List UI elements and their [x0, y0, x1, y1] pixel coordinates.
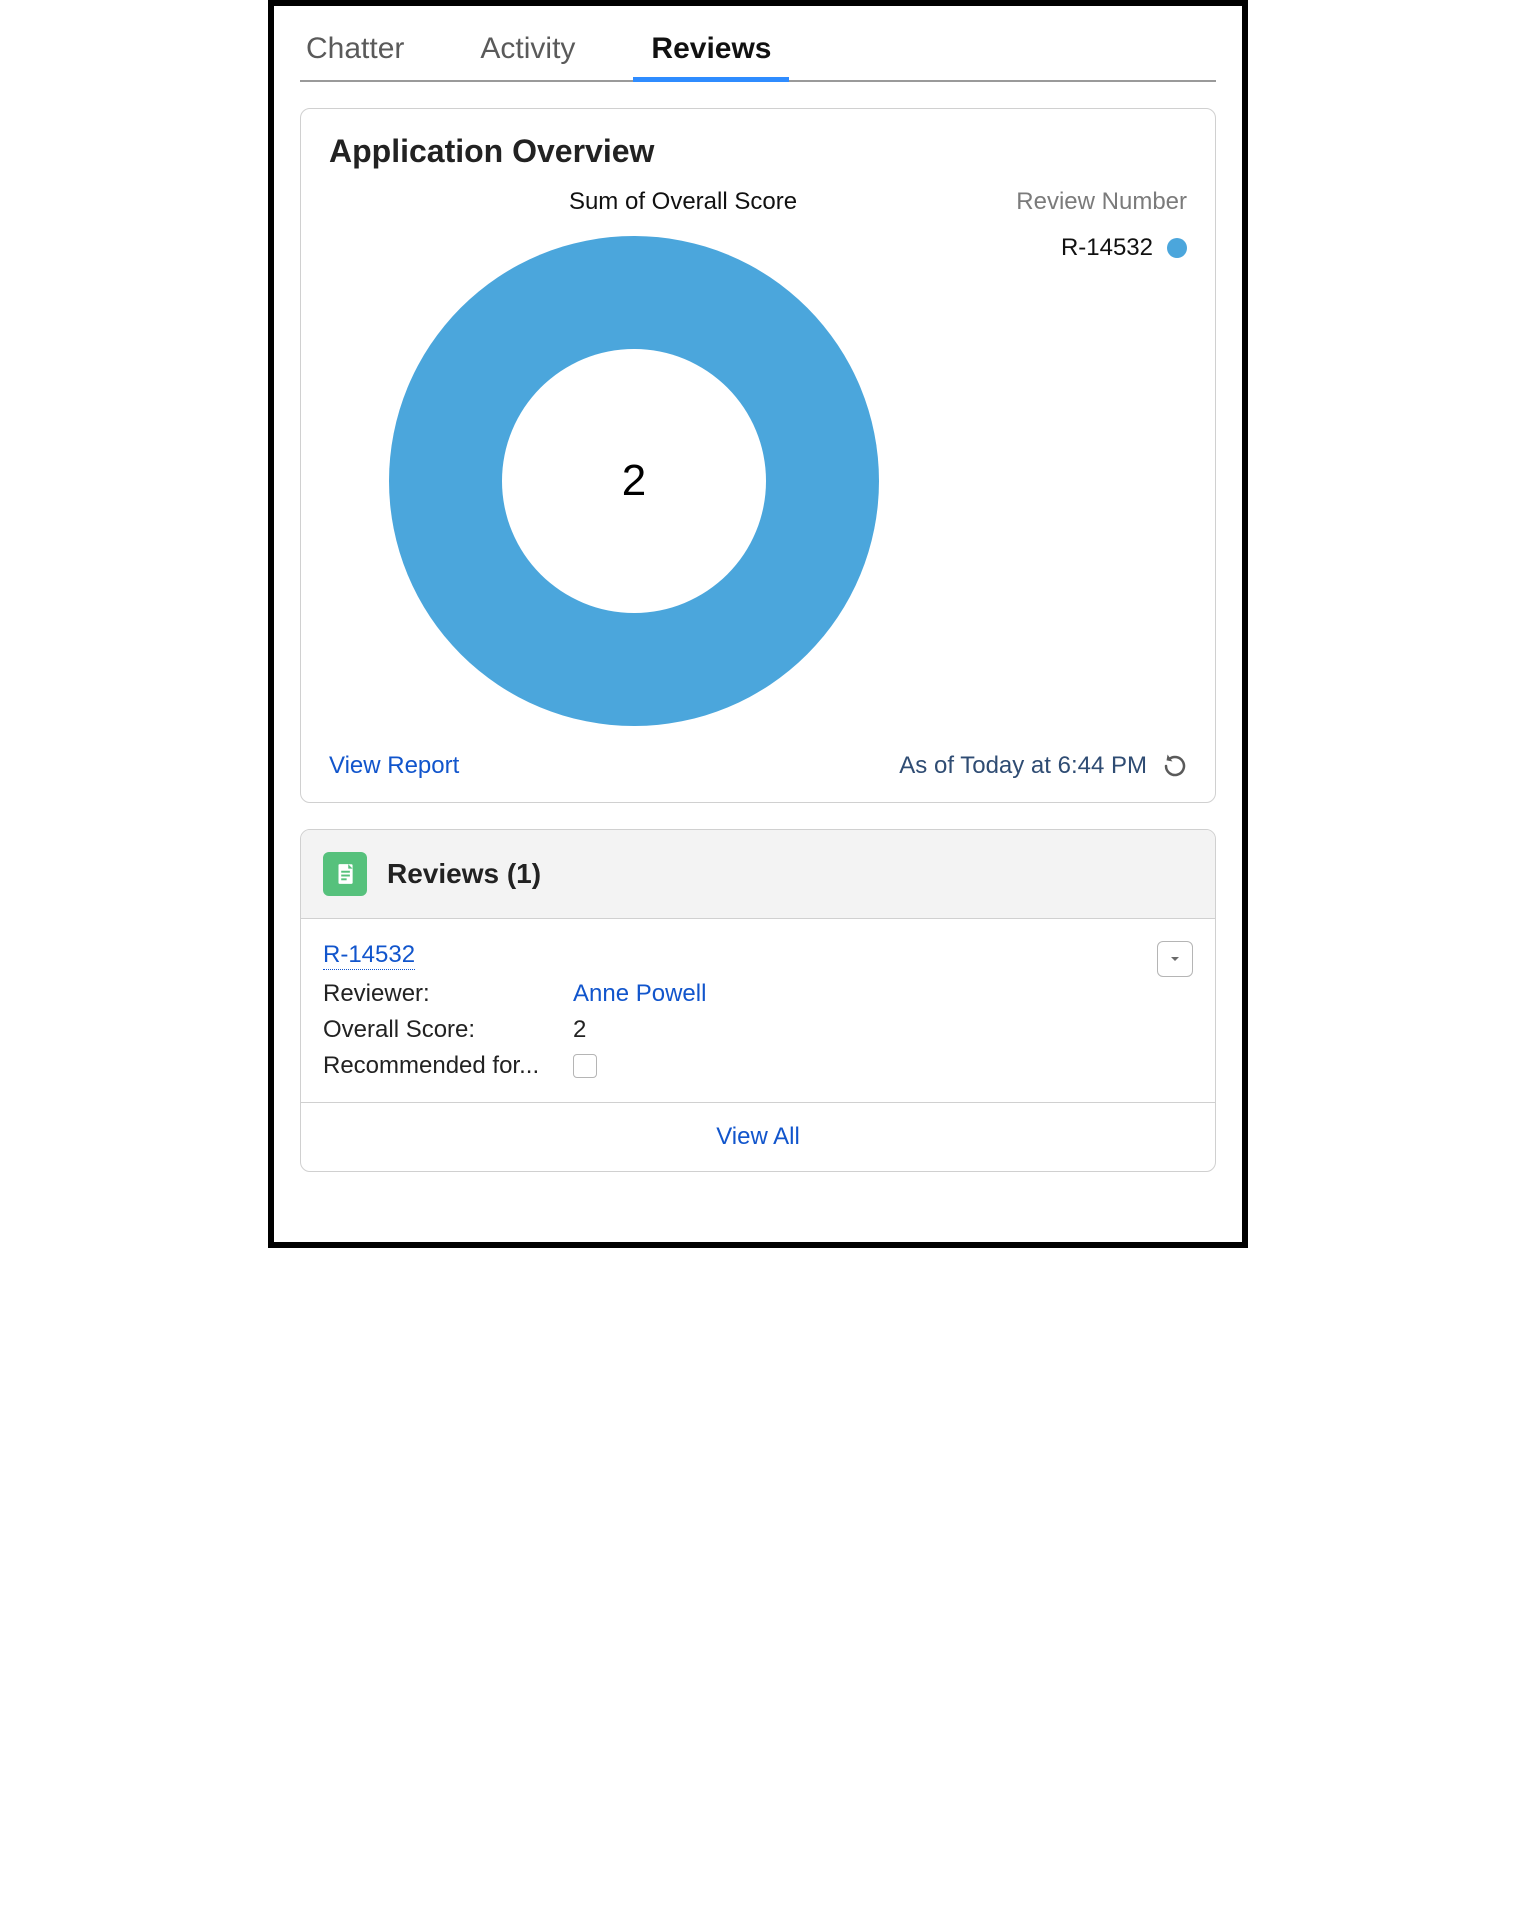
related-list-body: R-14532 Reviewer: Anne Powell Overall Sc…: [301, 919, 1215, 1103]
tab-chatter[interactable]: Chatter: [306, 32, 404, 80]
tab-activity[interactable]: Activity: [480, 32, 575, 80]
legend-title: Review Number: [1016, 188, 1187, 216]
reviews-icon: [323, 852, 367, 896]
donut-center-value: 2: [502, 349, 767, 614]
reviewer-link[interactable]: Anne Powell: [573, 980, 1193, 1008]
overall-score-label: Overall Score:: [323, 1016, 573, 1044]
chart-legend: Review Number R-14532: [1016, 188, 1187, 262]
legend-item: R-14532: [1016, 234, 1187, 262]
chart-block: Sum of Overall Score 2: [329, 188, 1187, 726]
review-record-link[interactable]: R-14532: [323, 941, 415, 970]
refresh-icon[interactable]: [1163, 754, 1187, 778]
donut-ring: 2: [389, 236, 879, 726]
reviews-related-list: Reviews (1) R-14532 Reviewer: Anne Powel…: [300, 829, 1216, 1172]
related-list-title: Reviews (1): [387, 858, 541, 890]
page-frame: Chatter Activity Reviews Application Ove…: [268, 0, 1248, 1248]
related-list-header: Reviews (1): [301, 830, 1215, 919]
overall-score-value: 2: [573, 1016, 1193, 1044]
recommended-checkbox: [573, 1054, 597, 1078]
reviewer-label: Reviewer:: [323, 980, 573, 1008]
card-footer: View Report As of Today at 6:44 PM: [329, 752, 1187, 780]
view-all-link[interactable]: View All: [716, 1123, 800, 1150]
chart-row: Sum of Overall Score 2 Review Number R-1…: [329, 188, 1187, 726]
card-title: Application Overview: [329, 133, 1187, 170]
related-list-footer: View All: [301, 1103, 1215, 1171]
tab-reviews[interactable]: Reviews: [651, 32, 771, 80]
view-report-link[interactable]: View Report: [329, 752, 459, 780]
donut-chart: 2: [389, 236, 879, 726]
report-timestamp: As of Today at 6:44 PM: [899, 752, 1187, 780]
timestamp-text: As of Today at 6:44 PM: [899, 752, 1147, 780]
recommended-label: Recommended for...: [323, 1052, 573, 1080]
legend-color-swatch: [1167, 238, 1187, 258]
tab-bar: Chatter Activity Reviews: [300, 32, 1216, 82]
legend-item-label: R-14532: [1061, 234, 1153, 262]
review-fields: Reviewer: Anne Powell Overall Score: 2 R…: [323, 980, 1193, 1080]
application-overview-card: Application Overview Sum of Overall Scor…: [300, 108, 1216, 803]
row-actions-menu[interactable]: [1157, 941, 1193, 977]
